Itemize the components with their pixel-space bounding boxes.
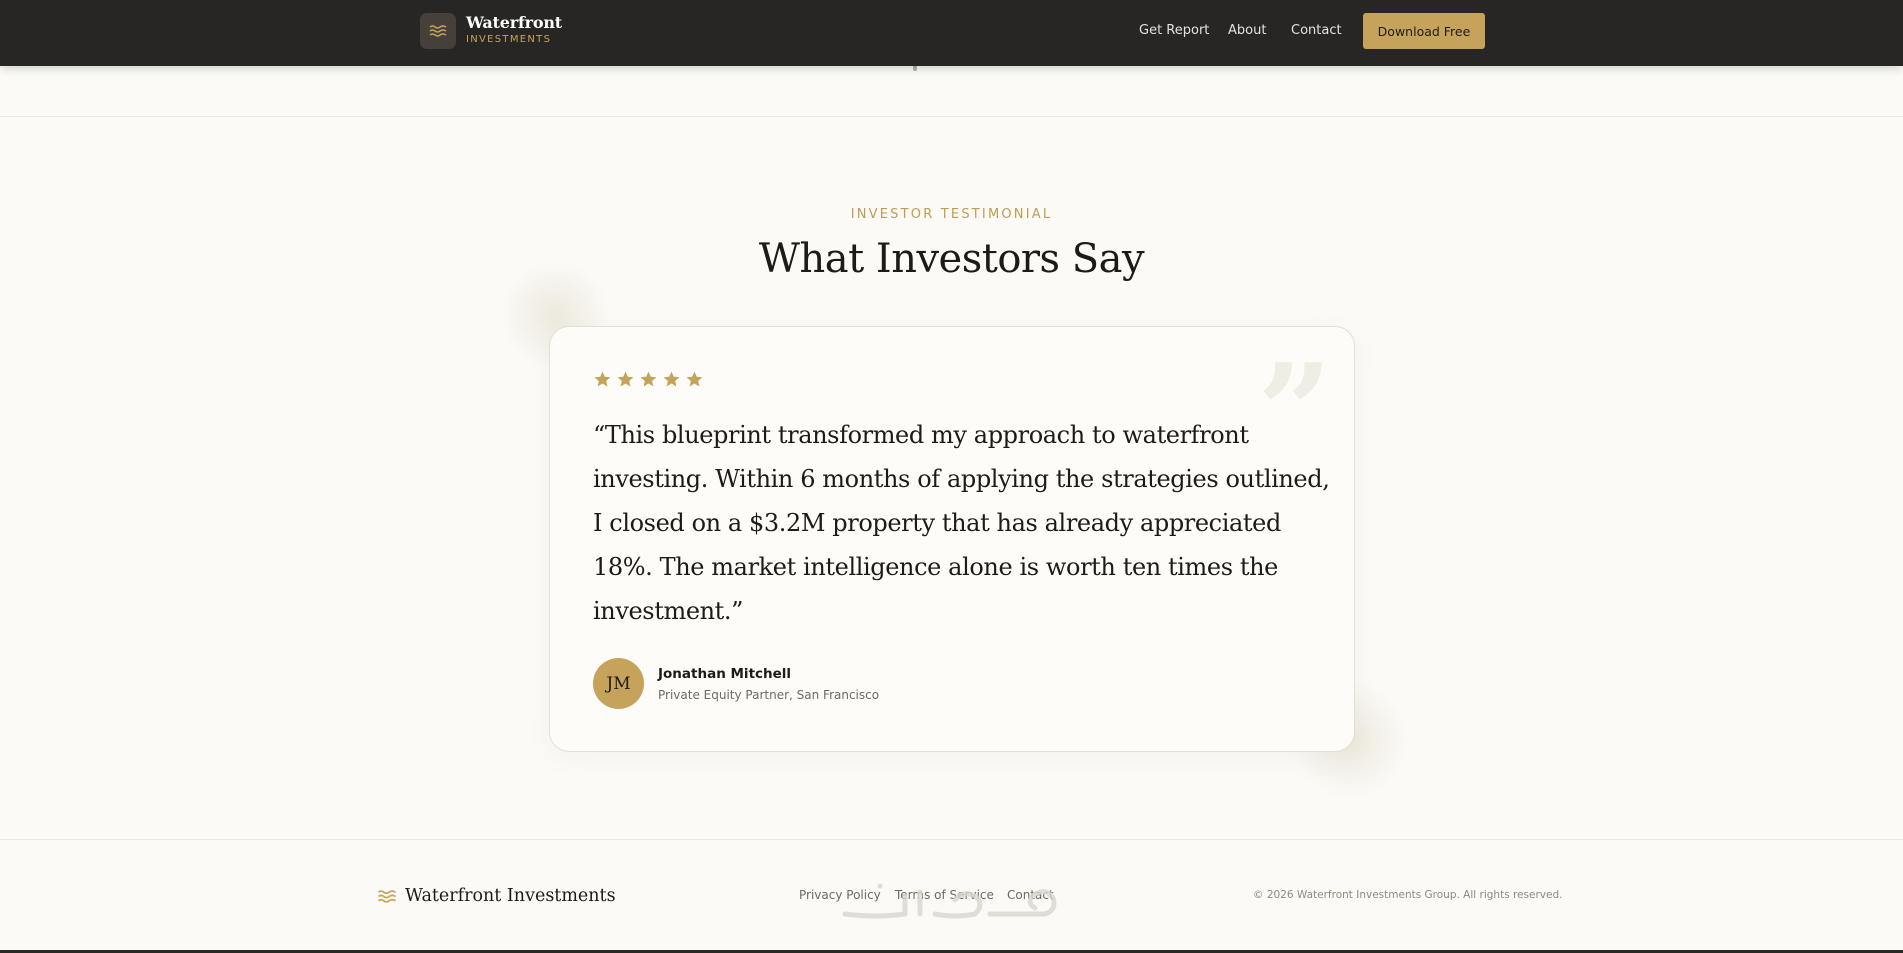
site-footer: Waterfront Investments Privacy Policy Te… [0, 839, 1903, 953]
footer-brand-name: Waterfront Investments [405, 886, 616, 906]
watermark-logo [842, 883, 1057, 919]
section-title: What Investors Say [758, 236, 1145, 282]
section-fragment [913, 66, 917, 71]
brand-name[interactable]: Waterfront [466, 13, 562, 32]
nav-contact[interactable]: Contact [1291, 23, 1342, 38]
brand-subtitle: INVESTMENTS [466, 34, 552, 45]
site-header: Waterfront INVESTMENTS Get Report About … [0, 0, 1903, 66]
author-name: Jonathan Mitchell [658, 666, 792, 682]
star-rating [593, 370, 704, 389]
star-icon [617, 371, 634, 387]
section-eyebrow: INVESTOR TESTIMONIAL [850, 207, 1053, 222]
avatar: JM [593, 658, 644, 709]
star-icon [686, 371, 703, 387]
nav-get-report[interactable]: Get Report [1139, 23, 1209, 38]
footer-brand[interactable]: Waterfront Investments [377, 886, 616, 906]
download-free-button[interactable]: Download Free [1363, 13, 1485, 49]
star-icon [663, 371, 680, 387]
star-icon [640, 371, 657, 387]
copyright-text: © 2026 Waterfront Investments Group. All… [1253, 889, 1563, 901]
waves-icon [377, 889, 396, 903]
author-role: Private Equity Partner, San Francisco [658, 688, 880, 702]
previous-section-edge [0, 66, 1903, 117]
testimonial-card: ” “This blueprint transformed my approac… [549, 326, 1355, 752]
star-icon [594, 371, 611, 387]
nav-about[interactable]: About [1228, 23, 1266, 38]
testimonial-quote: “This blueprint transformed my approach … [593, 421, 1330, 625]
waves-icon[interactable] [420, 13, 456, 49]
